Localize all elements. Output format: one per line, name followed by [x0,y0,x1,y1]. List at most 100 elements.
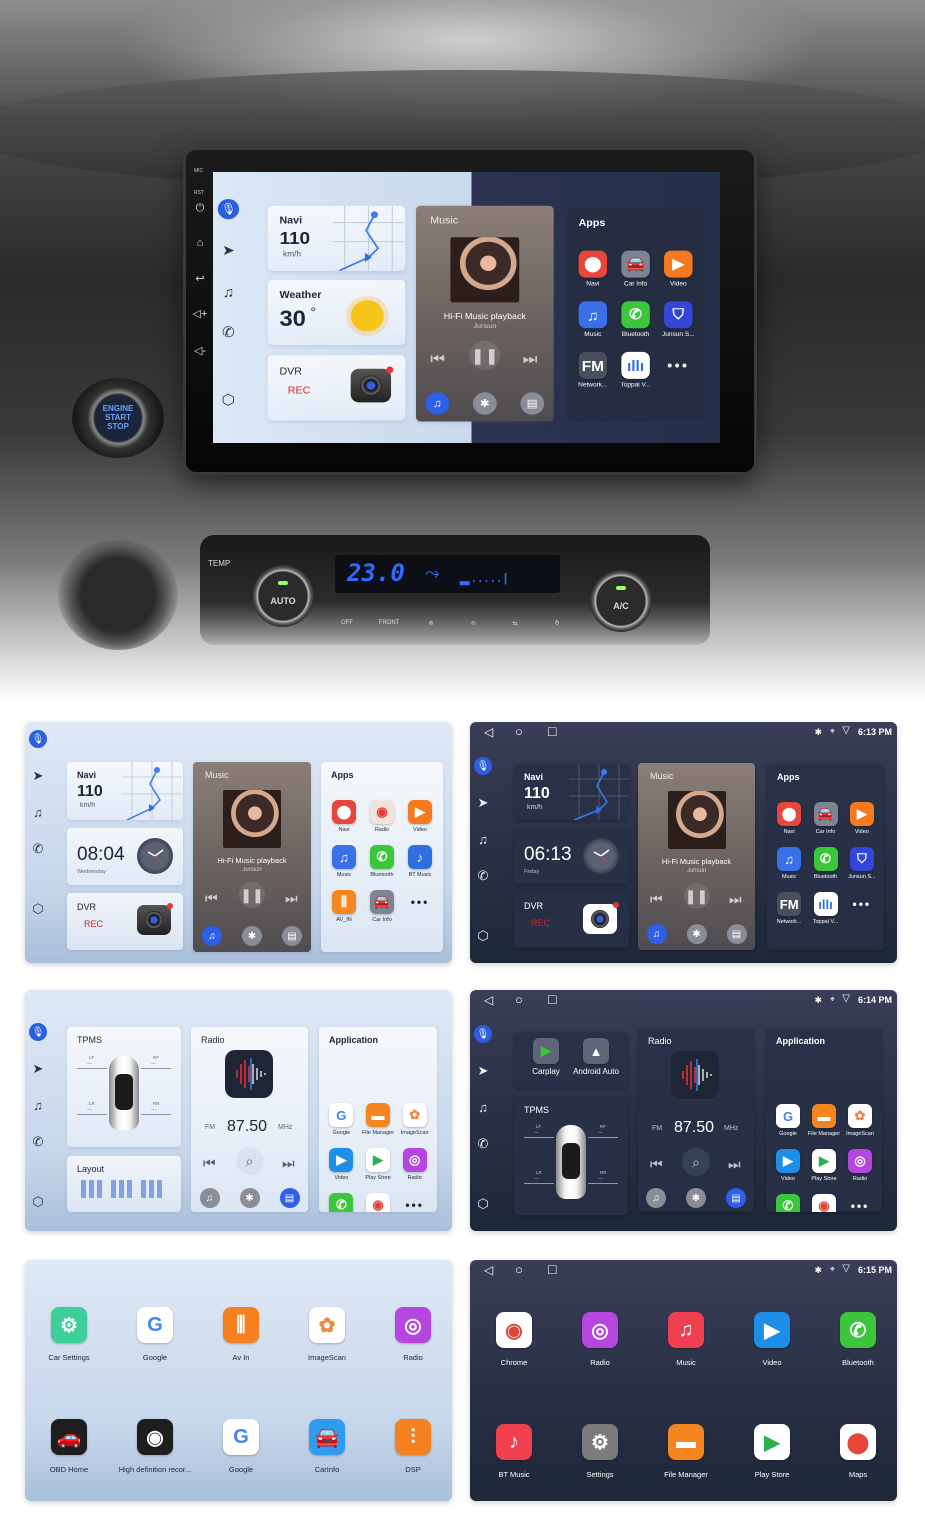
app-bluetooth[interactable]: ✆Bluetooth [768,1194,808,1212]
app-car-info[interactable]: 🚘 Car Info [806,802,846,835]
app-car-settings[interactable]: ⚙ Car Settings [25,1307,114,1362]
recents-button[interactable]: □ [548,723,556,739]
music-source-button[interactable]: ♫ [202,926,222,946]
app-network[interactable]: FM Network... [769,892,809,925]
home-button[interactable]: ○ [515,724,523,739]
back-button[interactable]: ◁ [484,1263,493,1277]
app-video[interactable]: ▶ Video [655,250,702,288]
app-video[interactable]: ▶ Video [727,1312,817,1367]
app-radio[interactable]: ◎ Radio [555,1312,645,1367]
pause-button[interactable]: ❚❚ [469,340,501,370]
bluetooth-source-button[interactable]: ✱ [242,926,262,946]
music-source-button[interactable]: ♫ [199,1188,220,1208]
app-video[interactable]: ▶ Video [400,800,440,833]
app-navi[interactable]: ⬤ Navi [569,250,616,288]
app-bluetooth[interactable]: ✆Bluetooth [813,1312,897,1367]
app-imagescan[interactable]: ✿ ImageScan [840,1104,880,1137]
app-av-in[interactable]: ⫼ AV_IN [324,890,364,923]
app-video[interactable]: ▶ Video [768,1149,808,1182]
volume-down-icon[interactable]: ◁- [192,344,208,357]
app-google[interactable]: G Google [196,1419,286,1474]
back-button[interactable]: ◁ [484,725,493,739]
music-icon[interactable]: ♫ [474,830,492,848]
bluetooth-source-button[interactable]: ✱ [686,924,707,944]
android-auto-button[interactable]: ▲ Android Auto [570,1038,622,1076]
app-chrome[interactable]: ◉Chrome [358,1193,398,1212]
music-source-button[interactable]: ♫ [425,392,450,415]
rear-defrost-button[interactable]: ⟰ [414,612,448,634]
apps-cube-icon[interactable]: ⬡ [474,927,492,945]
front-defrost-button[interactable]: FRONT [372,612,406,634]
app-dsp[interactable]: ⫶ DSP [368,1419,452,1474]
app-video[interactable]: ▶ Video [321,1148,361,1181]
volume-up-icon[interactable]: ◁+ [192,307,208,320]
music-source-button[interactable]: ♫ [646,924,667,944]
bluetooth-source-button[interactable]: ✱ [686,1188,706,1208]
app-chrome[interactable]: ◉Chrome [804,1194,844,1212]
seek-back-button[interactable]: ⏮ [650,1156,663,1173]
app-car-info[interactable]: 🚘 Car Info [612,250,659,288]
next-button[interactable]: ⏭ [523,350,538,369]
voice-assistant-icon[interactable]: 🎙 [217,198,240,220]
previous-button[interactable]: ⏮ [205,890,218,907]
app-car-info[interactable]: 🚘 Car Info [362,890,402,923]
search-button[interactable]: ⌕ [682,1148,710,1176]
app-imagescan[interactable]: ✿ ImageScan [282,1307,372,1362]
app-play-store[interactable]: ▶ Play Store [727,1424,817,1479]
music-icon[interactable]: ♫ [218,281,239,301]
home-icon[interactable]: ⌂ [192,237,208,249]
more-apps-button[interactable]: ••• [655,352,702,379]
back-button[interactable]: ◁ [484,993,493,1007]
next-button[interactable]: ⏭ [729,891,742,908]
app-chrome[interactable]: ◉Chrome [470,1312,559,1367]
phone-icon[interactable]: ✆ [474,867,492,885]
voice-assistant-icon[interactable]: 🎙 [474,757,492,775]
bluetooth-source-button[interactable]: ✱ [239,1188,260,1208]
app-settings[interactable]: ⚙ Settings [555,1424,645,1479]
more-apps-button[interactable]: ••• [395,1193,435,1212]
layout-option-2-icon[interactable] [111,1180,133,1198]
phone-icon[interactable]: ✆ [29,1133,47,1151]
apps-cube-icon[interactable]: ⬡ [29,1193,47,1211]
app-navi[interactable]: ⬤ Navi [324,800,364,833]
app-play-store[interactable]: ▶ Play Store [804,1149,844,1182]
phone-icon[interactable]: ✆ [29,840,47,858]
music-icon[interactable]: ♫ [29,1096,47,1114]
radio-source-button[interactable]: ▤ [279,1188,300,1208]
radio-source-button[interactable]: ▤ [520,392,545,415]
navigation-icon[interactable]: ➤ [474,794,492,812]
app-radio[interactable]: ◎ Radio [368,1307,452,1362]
previous-button[interactable]: ⏮ [430,350,445,369]
recirculation-button[interactable]: ⟲ [456,612,490,634]
pause-button[interactable]: ❚❚ [239,882,265,908]
app-bluetooth[interactable]: ✆Bluetooth [612,301,659,338]
next-button[interactable]: ⏭ [285,890,298,907]
apps-cube-icon[interactable]: ⬡ [474,1195,492,1213]
app-network[interactable]: FM Network... [569,351,616,389]
app-video[interactable]: ▶ Video [842,802,882,835]
seek-forward-button[interactable]: ⏭ [728,1156,741,1173]
app-file-manager[interactable]: ▬ File Manager [641,1424,731,1479]
app-music[interactable]: ♫ Music [324,845,364,878]
apps-cube-icon[interactable]: ⬡ [29,900,47,918]
back-icon[interactable]: ↩ [192,272,208,285]
app-bt-music[interactable]: ♪ BT Music [470,1424,559,1479]
app-navi[interactable]: ⬤ Navi [769,802,809,835]
app-google[interactable]: G Google [110,1307,200,1362]
app-google[interactable]: G Google [321,1103,361,1136]
radio-source-button[interactable]: ▤ [726,924,747,944]
voice-assistant-icon[interactable]: 🎙 [29,730,47,748]
auto-knob[interactable]: AUTO [252,565,314,627]
dvr-widget[interactable]: DVR REC [267,355,406,421]
fan-off-button[interactable]: OFF [330,612,364,634]
app-file-manager[interactable]: ▬ File Manager [358,1103,398,1136]
radio-source-button[interactable]: ▤ [282,926,302,946]
fresh-air-button[interactable]: ⇆ [498,612,532,634]
app-radio[interactable]: ◎ Radio [840,1149,880,1182]
power-icon[interactable]: ⏻ [192,202,208,215]
app-junsun-s[interactable]: ⛉ Junsun S... [842,847,882,880]
app-bluetooth[interactable]: ✆Bluetooth [806,847,846,880]
app-bt-music[interactable]: ♪ BT Music [400,845,440,878]
dvr-widget[interactable]: DVR REC [67,893,183,950]
layout-option-1-icon[interactable] [81,1180,103,1198]
